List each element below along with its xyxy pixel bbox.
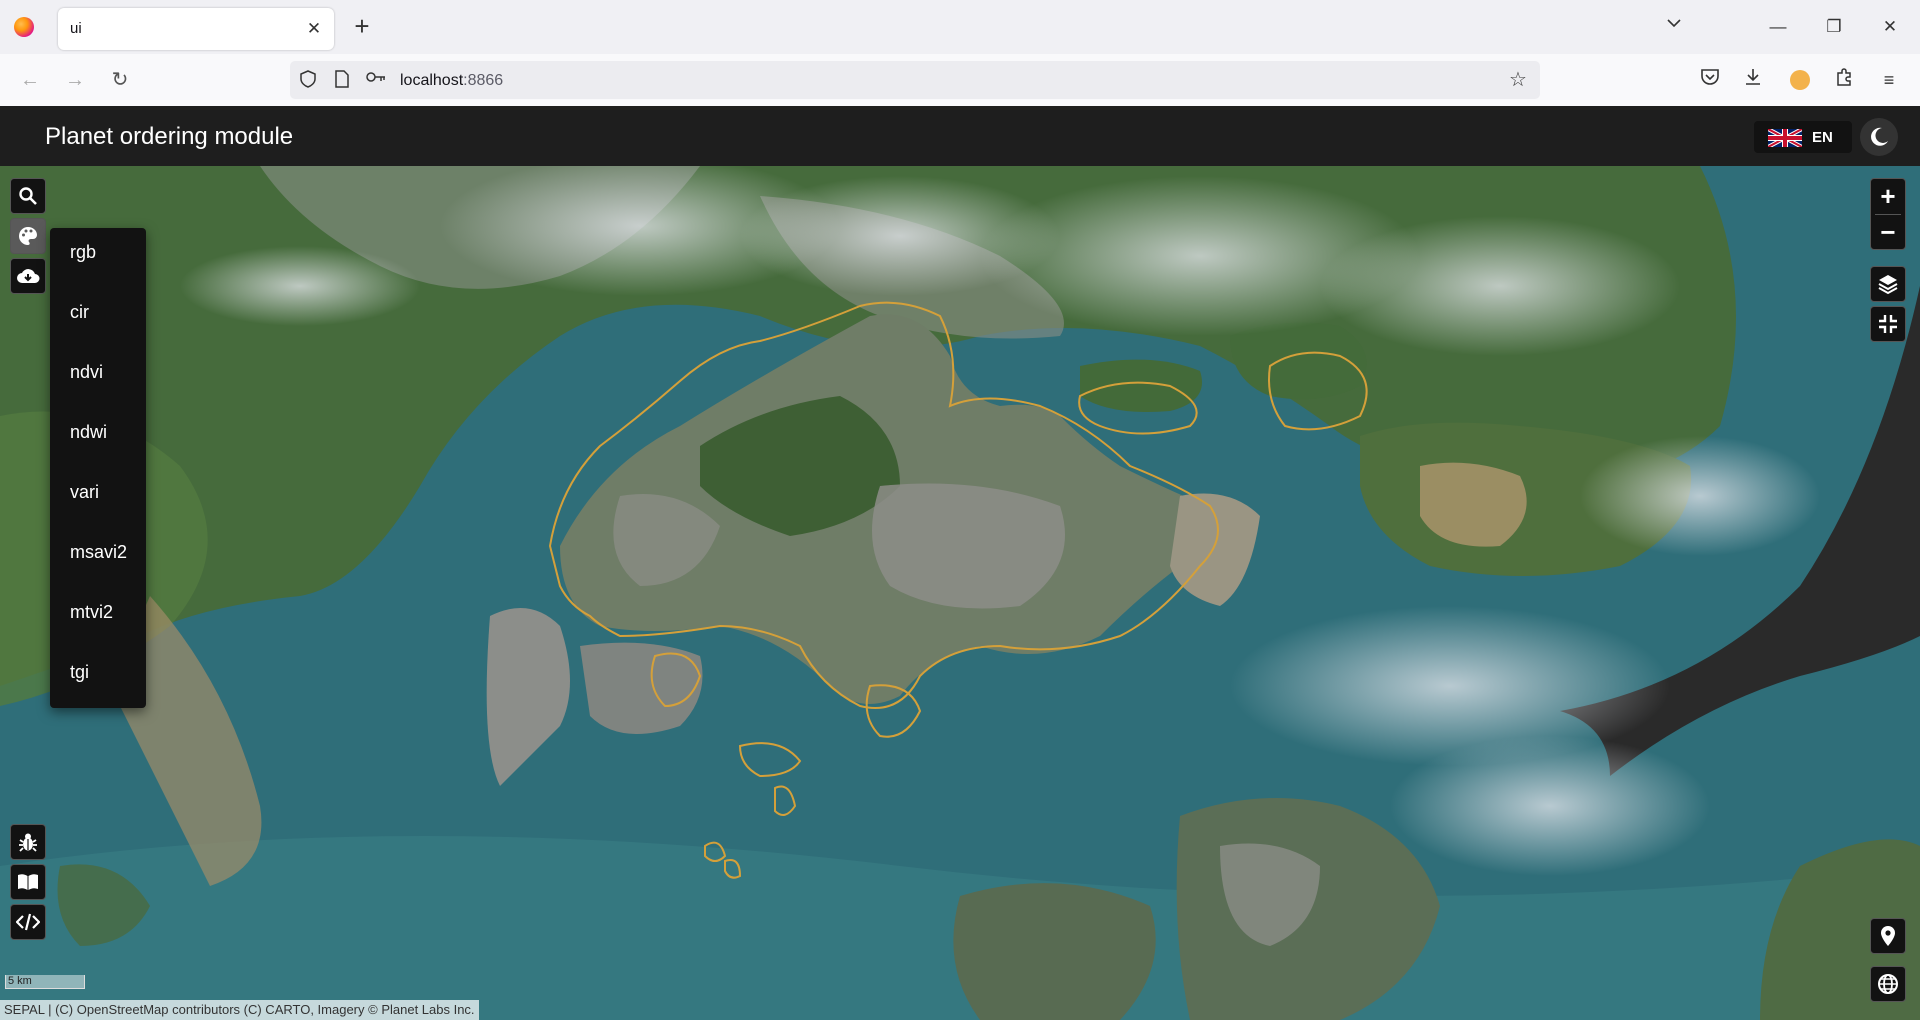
basemap-button[interactable]: [1870, 966, 1906, 1002]
new-tab-button[interactable]: +: [350, 13, 374, 41]
uk-flag-icon: [1768, 129, 1802, 147]
restore-window-icon[interactable]: ❐: [1814, 10, 1854, 44]
vis-option-tgi[interactable]: tgi: [70, 650, 89, 694]
tab-title: ui: [70, 20, 82, 37]
cloud-download-icon: [17, 269, 40, 283]
locate-button[interactable]: [1870, 918, 1906, 954]
search-icon: [19, 187, 37, 205]
map-marker-icon: [1881, 926, 1895, 946]
extensions-icon[interactable]: [1831, 67, 1857, 93]
book-icon: [18, 874, 38, 890]
palette-icon: [19, 227, 37, 245]
report-bug-button[interactable]: [10, 824, 46, 860]
zoom-control: + −: [1870, 178, 1906, 250]
vis-option-rgb[interactable]: rgb: [70, 230, 96, 274]
bug-icon: [19, 833, 37, 852]
pocket-icon[interactable]: [1697, 67, 1723, 93]
fullscreen-exit-icon: [1879, 315, 1897, 333]
app-bar: Planet ordering module EN: [0, 106, 1920, 166]
browser-tab-bar: ui ✕ + — ❐ ✕: [0, 0, 1920, 54]
search-button[interactable]: [10, 178, 46, 214]
vis-option-ndwi[interactable]: ndwi: [70, 410, 107, 454]
page-info-icon[interactable]: [332, 70, 352, 90]
vis-option-mtvi2[interactable]: mtvi2: [70, 590, 113, 634]
code-icon: [16, 913, 40, 931]
shield-icon[interactable]: [298, 70, 318, 90]
vis-option-msavi2[interactable]: msavi2: [70, 530, 127, 574]
downloads-icon[interactable]: [1740, 67, 1766, 93]
browser-tab[interactable]: ui ✕: [58, 8, 334, 50]
scale-bar: 5 km: [5, 975, 85, 989]
moon-icon: [1871, 127, 1888, 146]
app-title: Planet ordering module: [45, 123, 294, 150]
map-attribution: SEPAL | (C) OpenStreetMap contributors (…: [0, 1000, 479, 1020]
map-canvas[interactable]: rgb cir ndvi ndwi vari msavi2 mtvi2 tgi …: [0, 166, 1920, 1020]
fullscreen-button[interactable]: [1870, 306, 1906, 342]
vis-option-cir[interactable]: cir: [70, 290, 89, 334]
vis-option-ndvi[interactable]: ndvi: [70, 350, 103, 394]
satellite-imagery: [0, 166, 1920, 1020]
app-menu-icon[interactable]: ≡: [1876, 67, 1902, 93]
forward-arrow-icon[interactable]: →: [61, 66, 89, 94]
layers-button[interactable]: [1870, 266, 1906, 302]
profile-avatar-icon[interactable]: [1790, 70, 1810, 90]
zoom-out-icon[interactable]: −: [1871, 215, 1905, 250]
tab-list-chevron-icon[interactable]: [1662, 14, 1686, 38]
layers-icon: [1878, 275, 1898, 295]
zoom-in-icon[interactable]: +: [1871, 179, 1905, 214]
globe-icon: [1878, 974, 1898, 994]
tab-close-icon[interactable]: ✕: [302, 17, 326, 41]
visualization-menu: rgb cir ndvi ndwi vari msavi2 mtvi2 tgi: [50, 228, 146, 708]
language-label: EN: [1812, 129, 1833, 146]
url-text[interactable]: localhost:8866: [400, 72, 503, 90]
download-button[interactable]: [10, 258, 46, 294]
browser-nav-bar: ← → ↻ localhost:8866 ☆ ≡: [0, 54, 1920, 107]
vis-option-vari[interactable]: vari: [70, 470, 99, 514]
key-icon[interactable]: [366, 70, 386, 90]
back-arrow-icon[interactable]: ←: [16, 66, 44, 94]
close-window-icon[interactable]: ✕: [1870, 10, 1910, 44]
visualization-button[interactable]: [10, 218, 46, 254]
reload-icon[interactable]: ↻: [106, 66, 134, 94]
theme-toggle-button[interactable]: [1860, 118, 1898, 156]
address-bar[interactable]: localhost:8866 ☆: [290, 61, 1540, 99]
bookmark-star-icon[interactable]: ☆: [1506, 68, 1530, 92]
documentation-button[interactable]: [10, 864, 46, 900]
source-code-button[interactable]: [10, 904, 46, 940]
minimize-window-icon[interactable]: —: [1758, 10, 1798, 44]
firefox-logo-icon: [14, 17, 34, 37]
language-selector-button[interactable]: EN: [1754, 121, 1852, 153]
